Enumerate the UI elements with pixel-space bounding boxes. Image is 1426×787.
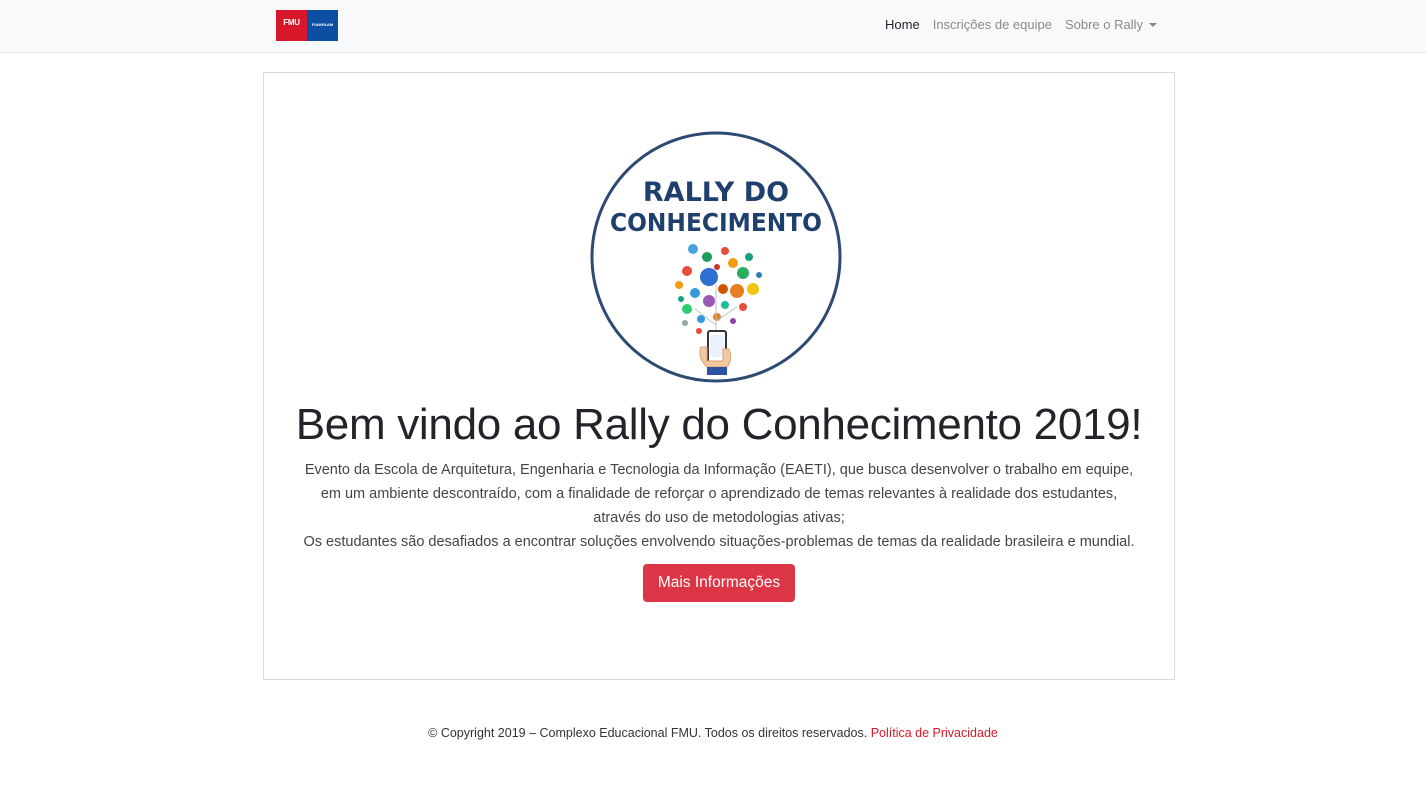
hero-description-line: em um ambiente descontraído, com a final… <box>320 486 1118 502</box>
rally-logo-image: RALLY DO CONHECIMENTO <box>585 125 855 395</box>
navbar: FMU FIAMFAAM Home Inscrições de equipe S… <box>0 0 1426 53</box>
privacy-policy-link[interactable]: Política de Privacidade <box>871 726 998 740</box>
hero-description-line: através do uso de metodologias ativas; <box>593 510 845 526</box>
logo-line2: CONHECIMENTO <box>610 208 822 237</box>
fmu-logo: FMU <box>276 10 307 41</box>
hero-title: Bem vindo ao Rally do Conhecimento 2019! <box>295 400 1143 449</box>
nav-about-rally-label: Sobre o Rally <box>1064 17 1143 32</box>
nav-home[interactable]: Home <box>885 17 920 32</box>
caret-down-icon <box>1149 23 1157 27</box>
more-info-button[interactable]: Mais Informações <box>643 564 795 602</box>
nav-about-rally-dropdown[interactable]: Sobre o Rally <box>1065 17 1157 32</box>
brand-logo[interactable]: FMU FIAMFAAM <box>276 10 338 41</box>
hero-description-line: Evento da Escola de Arquitetura, Engenha… <box>304 462 1134 478</box>
hero-description: Evento da Escola de Arquitetura, Engenha… <box>284 458 1154 554</box>
hero-card: RALLY DO CONHECIMENTO Bem vindo ao Rally… <box>263 72 1175 680</box>
nav-team-registration[interactable]: Inscrições de equipe <box>933 17 1052 32</box>
fiamfaam-logo: FIAMFAAM <box>307 10 338 41</box>
footer: © Copyright 2019 – Complexo Educacional … <box>0 726 1426 740</box>
hero-description-line: Os estudantes são desafiados a encontrar… <box>303 534 1135 550</box>
footer-copyright: © Copyright 2019 – Complexo Educacional … <box>428 726 868 740</box>
logo-line1: RALLY DO <box>643 177 789 208</box>
main-nav: Home Inscrições de equipe Sobre o Rally <box>885 17 1157 32</box>
